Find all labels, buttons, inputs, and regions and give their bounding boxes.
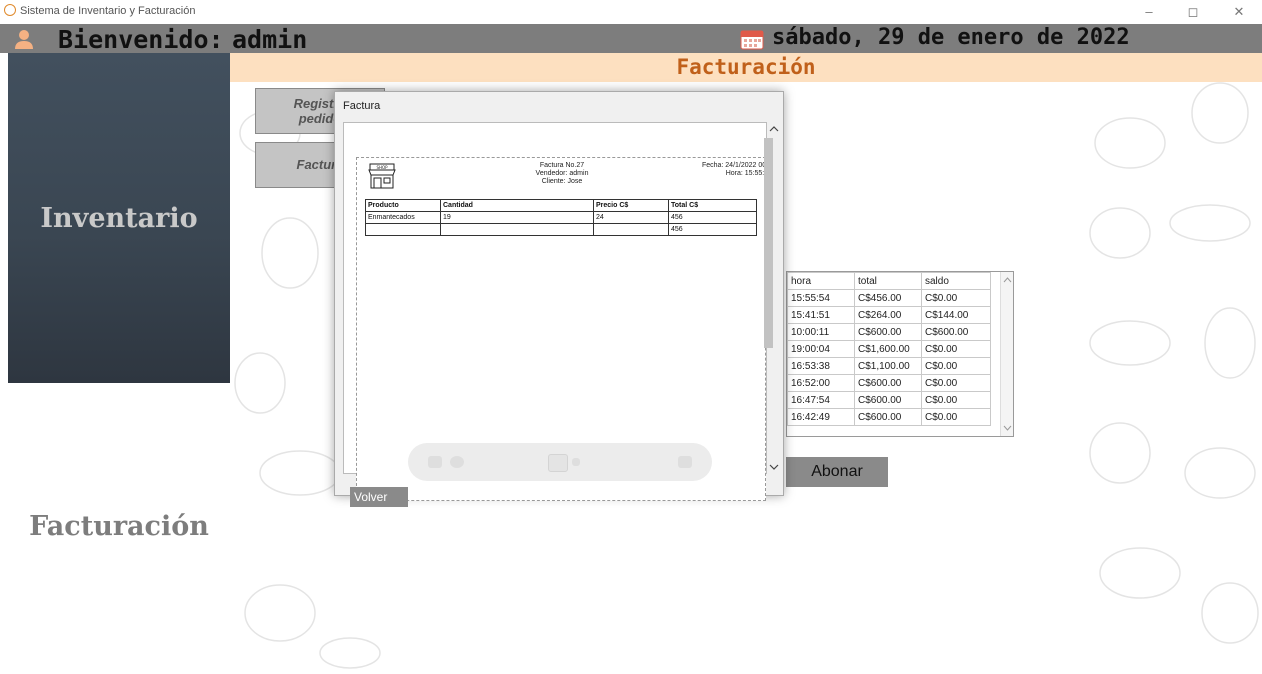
table-row[interactable]: 15:41:51 C$264.00 C$144.00 (787, 306, 991, 324)
table-cell: C$0.00 (921, 374, 991, 392)
invoice-vendedor: Vendedor: admin (535, 170, 589, 177)
invoice-cliente: Cliente: Jose (541, 178, 583, 185)
scroll-arrows-icon (1003, 277, 1012, 431)
zoom-icon[interactable] (678, 456, 692, 468)
table-cell: 456 (668, 223, 757, 236)
table-cell: C$0.00 (921, 289, 991, 307)
table-cell: C$600.00 (854, 374, 922, 392)
invoice-header: Factura No.27 Vendedor: admin Cliente: J… (507, 162, 617, 186)
page-title: Facturación (676, 55, 816, 79)
invoice-number: Factura No.27 (539, 162, 585, 169)
table-row[interactable]: 16:47:54 C$600.00 C$0.00 (787, 391, 991, 409)
viewer-toolbar[interactable] (408, 443, 712, 481)
window-titlebar: Sistema de Inventario y Facturación – ◻ … (0, 0, 1262, 24)
table-cell: C$1,600.00 (854, 340, 922, 358)
date-label: sábado, 29 de enero de 2022 (772, 25, 1130, 50)
table-cell: C$144.00 (921, 306, 991, 324)
save-icon[interactable] (428, 456, 442, 468)
table-cell (440, 223, 594, 236)
sidebar-item-inventario[interactable]: Inventario (8, 53, 230, 383)
table-row[interactable]: 15:55:54 C$456.00 C$0.00 (787, 289, 991, 307)
table-row: 456 (365, 223, 757, 236)
table-row[interactable]: 19:00:04 C$1,600.00 C$0.00 (787, 340, 991, 358)
close-button[interactable]: ✕ (1216, 2, 1262, 22)
app-icon (4, 4, 16, 16)
table-header-row: hora total saldo (787, 272, 991, 290)
table-cell: 16:52:00 (787, 374, 855, 392)
sidebar-item-label: Facturación (29, 511, 209, 542)
column-header: Cantidad (440, 199, 594, 212)
table-cell (365, 223, 441, 236)
maximize-button[interactable]: ◻ (1170, 2, 1216, 22)
table-cell: C$0.00 (921, 340, 991, 358)
invoice-table-header: Producto Cantidad Precio C$ Total C$ (365, 199, 757, 212)
column-header[interactable]: total (854, 272, 922, 290)
table-cell: 16:42:49 (787, 408, 855, 426)
column-header: Total C$ (668, 199, 757, 212)
table-cell: C$0.00 (921, 391, 991, 409)
table-row: Enmantecados 19 24 456 (365, 211, 757, 224)
table-cell: C$600.00 (921, 323, 991, 341)
invoices-table[interactable]: hora total saldo 15:55:54 C$456.00 C$0.00 … (786, 271, 1014, 437)
scrollbar-thumb[interactable] (764, 138, 773, 348)
column-header[interactable]: hora (787, 272, 855, 290)
print-icon[interactable] (450, 456, 464, 468)
table-cell: C$264.00 (854, 306, 922, 324)
column-header: Producto (365, 199, 441, 212)
dialog-title: Factura (343, 100, 381, 112)
sidebar-item-facturacion[interactable]: Facturación (8, 383, 230, 674)
volver-button[interactable]: Volver (350, 487, 408, 507)
table-scrollbar[interactable] (1000, 272, 1013, 436)
column-header: Precio C$ (593, 199, 669, 212)
abonar-button[interactable]: Abonar (786, 457, 888, 487)
report-viewer[interactable]: SHOP Factura No.27 Vendedor: admin Clien… (343, 122, 772, 507)
table-cell: 16:53:38 (787, 357, 855, 375)
table-cell: 456 (668, 211, 757, 224)
table-cell (593, 223, 669, 236)
table-cell: 19:00:04 (787, 340, 855, 358)
page-number-field[interactable] (548, 454, 568, 472)
table-row[interactable]: 16:42:49 C$600.00 C$0.00 (787, 408, 991, 426)
invoice-table: Producto Cantidad Precio C$ Total C$ Enm… (365, 199, 757, 236)
minimize-button[interactable]: – (1126, 2, 1172, 22)
table-cell: C$1,100.00 (854, 357, 922, 375)
shop-label: SHOP (376, 165, 388, 170)
invoice-date-block: Fecha: 24/1/2022 00:0 Hora: 15:55:54 (652, 162, 772, 178)
table-cell: C$600.00 (854, 323, 922, 341)
calendar-icon (740, 30, 764, 50)
welcome-label: Bienvenido: (58, 25, 224, 54)
factura-dialog: Factura SHOP Factura No.27 Vendedor: adm… (334, 91, 784, 507)
invoice-fecha: Fecha: 24/1/2022 00:0 (701, 162, 772, 169)
table-cell: 15:55:54 (787, 289, 855, 307)
table-cell: 19 (440, 211, 594, 224)
user-icon (15, 30, 33, 49)
table-row[interactable]: 10:00:11 C$600.00 C$600.00 (787, 323, 991, 341)
section-title-bar: Facturación (230, 53, 1262, 82)
table-cell: C$456.00 (854, 289, 922, 307)
table-cell: C$600.00 (854, 408, 922, 426)
column-header[interactable]: saldo (921, 272, 991, 290)
shop-icon: SHOP (368, 163, 396, 189)
table-cell: 16:47:54 (787, 391, 855, 409)
page-count-icon (572, 458, 580, 466)
table-cell: 15:41:51 (787, 306, 855, 324)
table-cell: Enmantecados (365, 211, 441, 224)
table-cell: C$0.00 (921, 408, 991, 426)
window-title: Sistema de Inventario y Facturación (20, 5, 196, 17)
table-cell: C$0.00 (921, 357, 991, 375)
header-bar: Bienvenido: admin sábado, 29 de enero de… (0, 24, 1262, 54)
sidebar-item-label: Inventario (40, 203, 198, 234)
table-cell: C$600.00 (854, 391, 922, 409)
table-cell: 24 (593, 211, 669, 224)
table-cell: 10:00:11 (787, 323, 855, 341)
username-label: admin (232, 25, 308, 54)
invoice-hora: Hora: 15:55:54 (725, 170, 772, 177)
table-row[interactable]: 16:52:00 C$600.00 C$0.00 (787, 374, 991, 392)
table-row[interactable]: 16:53:38 C$1,100.00 C$0.00 (787, 357, 991, 375)
